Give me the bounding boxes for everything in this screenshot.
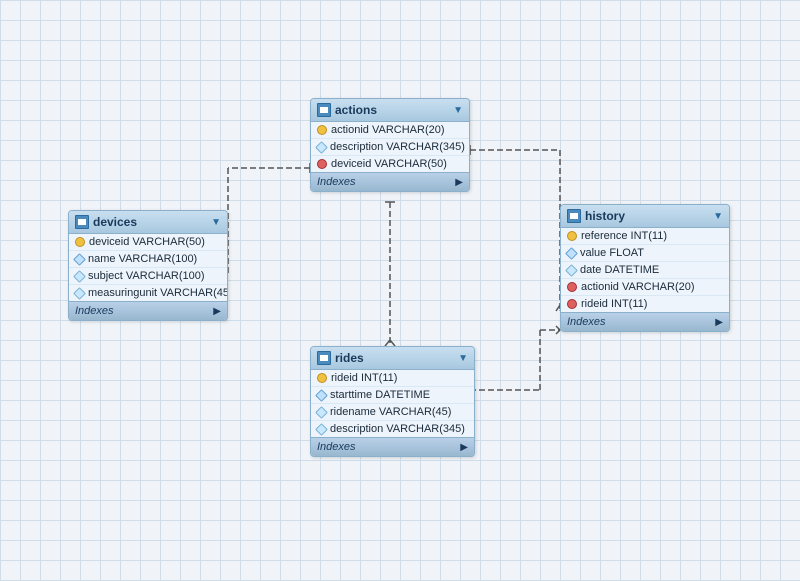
- table-history-footer: Indexes ▶: [561, 312, 729, 331]
- table-row: ridename VARCHAR(45): [311, 404, 474, 421]
- field-name: name VARCHAR(100): [88, 253, 197, 265]
- diamond-icon: [315, 423, 328, 436]
- field-actionid: actionid VARCHAR(20): [331, 124, 445, 136]
- footer-label: Indexes: [567, 316, 606, 328]
- table-row: description VARCHAR(345): [311, 139, 469, 156]
- table-icon-actions: [317, 103, 331, 117]
- field-starttime: starttime DATETIME: [330, 389, 430, 401]
- table-icon-devices: [75, 215, 89, 229]
- table-row: subject VARCHAR(100): [69, 268, 227, 285]
- key-red-icon: [567, 299, 577, 309]
- table-row: name VARCHAR(100): [69, 251, 227, 268]
- table-actions-name: actions: [335, 103, 377, 117]
- field-rideid: rideid INT(11): [331, 372, 397, 384]
- table-row: rideid INT(11): [561, 296, 729, 312]
- diamond-icon: [315, 141, 328, 154]
- footer-label: Indexes: [317, 176, 356, 188]
- key-icon: [317, 373, 327, 383]
- table-actions-body: actionid VARCHAR(20) description VARCHAR…: [311, 122, 469, 172]
- key-icon: [317, 125, 327, 135]
- field-deviceid: deviceid VARCHAR(50): [331, 158, 447, 170]
- table-devices-name: devices: [93, 215, 137, 229]
- table-rides-name: rides: [335, 351, 364, 365]
- table-row: measuringunit VARCHAR(45): [69, 285, 227, 301]
- table-history: history ▼ reference INT(11) value FLOAT …: [560, 204, 730, 332]
- footer-arrow-icon: ▶: [455, 177, 463, 188]
- chevron-down-icon: ▼: [458, 353, 468, 364]
- table-history-body: reference INT(11) value FLOAT date DATET…: [561, 228, 729, 312]
- table-row: rideid INT(11): [311, 370, 474, 387]
- table-row: value FLOAT: [561, 245, 729, 262]
- table-row: date DATETIME: [561, 262, 729, 279]
- table-row: reference INT(11): [561, 228, 729, 245]
- key-red-icon: [317, 159, 327, 169]
- table-devices: devices ▼ deviceid VARCHAR(50) name VARC…: [68, 210, 228, 321]
- field-subject: subject VARCHAR(100): [88, 270, 205, 282]
- diamond-icon: [315, 406, 328, 419]
- chevron-down-icon: ▼: [211, 217, 221, 228]
- diamond-icon: [73, 287, 86, 300]
- table-history-name: history: [585, 209, 625, 223]
- key-icon: [567, 231, 577, 241]
- field-deviceid: deviceid VARCHAR(50): [89, 236, 205, 248]
- footer-label: Indexes: [317, 441, 356, 453]
- field-date: date DATETIME: [580, 264, 659, 276]
- field-description: description VARCHAR(345): [330, 423, 465, 435]
- diamond-blue-icon: [315, 389, 328, 402]
- table-devices-header: devices ▼: [69, 211, 227, 234]
- table-actions-footer: Indexes ▶: [311, 172, 469, 191]
- table-actions-header: actions ▼: [311, 99, 469, 122]
- table-row: actionid VARCHAR(20): [311, 122, 469, 139]
- field-value: value FLOAT: [580, 247, 644, 259]
- table-history-header: history ▼: [561, 205, 729, 228]
- diamond-icon: [73, 270, 86, 283]
- footer-arrow-icon: ▶: [213, 306, 221, 317]
- footer-arrow-icon: ▶: [715, 317, 723, 328]
- diamond-icon: [565, 264, 578, 277]
- table-rides-footer: Indexes ▶: [311, 437, 474, 456]
- table-rides-header: rides ▼: [311, 347, 474, 370]
- field-reference: reference INT(11): [581, 230, 667, 242]
- key-red-icon: [567, 282, 577, 292]
- key-icon: [75, 237, 85, 247]
- diamond-blue-icon: [73, 253, 86, 266]
- footer-label: Indexes: [75, 305, 114, 317]
- table-row: starttime DATETIME: [311, 387, 474, 404]
- table-row: deviceid VARCHAR(50): [311, 156, 469, 172]
- field-actionid: actionid VARCHAR(20): [581, 281, 695, 293]
- field-measuringunit: measuringunit VARCHAR(45): [88, 287, 227, 299]
- table-rides: rides ▼ rideid INT(11) starttime DATETIM…: [310, 346, 475, 457]
- table-icon-rides: [317, 351, 331, 365]
- field-rideid: rideid INT(11): [581, 298, 647, 310]
- table-icon-history: [567, 209, 581, 223]
- chevron-down-icon: ▼: [713, 211, 723, 222]
- table-rides-body: rideid INT(11) starttime DATETIME ridena…: [311, 370, 474, 437]
- table-devices-body: deviceid VARCHAR(50) name VARCHAR(100) s…: [69, 234, 227, 301]
- table-devices-footer: Indexes ▶: [69, 301, 227, 320]
- footer-arrow-icon: ▶: [460, 442, 468, 453]
- chevron-down-icon: ▼: [453, 105, 463, 116]
- field-ridename: ridename VARCHAR(45): [330, 406, 451, 418]
- table-row: description VARCHAR(345): [311, 421, 474, 437]
- field-description: description VARCHAR(345): [330, 141, 465, 153]
- table-row: actionid VARCHAR(20): [561, 279, 729, 296]
- table-row: deviceid VARCHAR(50): [69, 234, 227, 251]
- diamond-blue-icon: [565, 247, 578, 260]
- table-actions: actions ▼ actionid VARCHAR(20) descripti…: [310, 98, 470, 192]
